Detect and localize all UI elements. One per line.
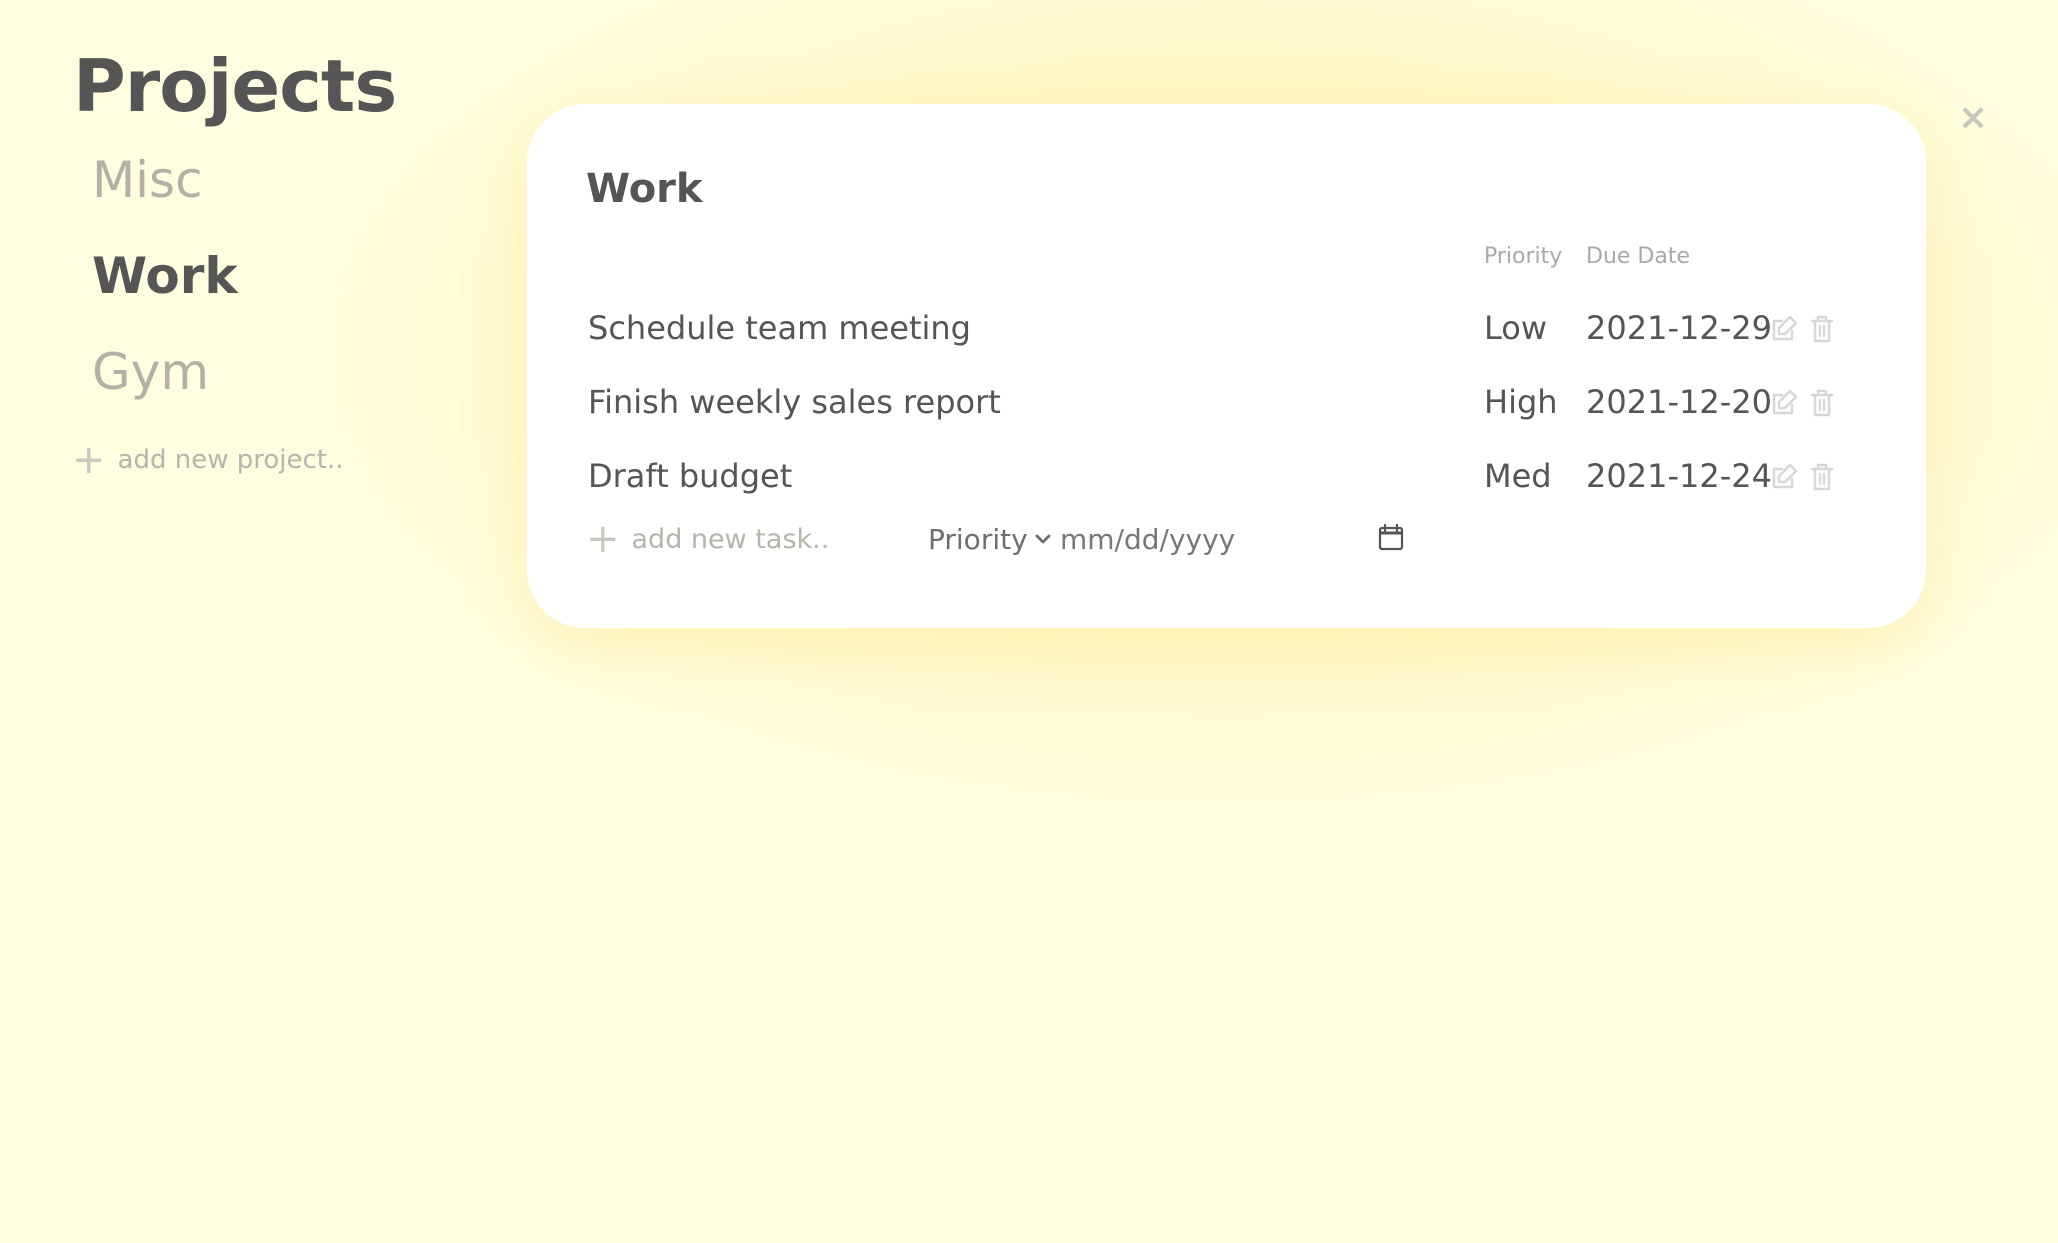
- task-title: Finish weekly sales report: [588, 383, 1001, 421]
- trash-icon[interactable]: [1806, 461, 1838, 493]
- task-due-date: 2021-12-24: [1586, 457, 1772, 495]
- close-icon[interactable]: ×: [1958, 100, 1988, 136]
- edit-icon[interactable]: [1768, 313, 1800, 345]
- task-priority: Med: [1484, 457, 1552, 495]
- task-due-date: 2021-12-20: [1586, 383, 1772, 421]
- priority-column-header: Priority: [1484, 244, 1563, 269]
- edit-icon[interactable]: [1768, 461, 1800, 493]
- card-title: Work: [586, 166, 703, 212]
- task-priority: High: [1484, 383, 1558, 421]
- sidebar-item-misc[interactable]: Misc: [92, 145, 238, 241]
- task-due-date: 2021-12-29: [1586, 309, 1772, 347]
- plus-icon: +: [586, 516, 620, 562]
- trash-icon[interactable]: [1806, 387, 1838, 419]
- calendar-icon[interactable]: [1375, 522, 1407, 554]
- new-task-add[interactable]: +: [586, 515, 932, 563]
- chevron-down-icon: [1035, 534, 1051, 544]
- due-date-column-header: Due Date: [1586, 244, 1690, 269]
- project-card: Work Priority Due Date Schedule team mee…: [527, 104, 1926, 628]
- task-title: Draft budget: [588, 457, 793, 495]
- priority-select-label: Priority: [928, 522, 1028, 556]
- task-row: Schedule team meeting Low 2021-12-29: [588, 298, 1888, 358]
- new-task-row: + Priority mm/dd/yyyy: [586, 515, 1406, 563]
- project-list: Misc Work Gym: [92, 145, 238, 433]
- task-title: Schedule team meeting: [588, 309, 971, 347]
- add-project-label: add new project..: [117, 445, 344, 475]
- sidebar: Projects Misc Work Gym + add new project…: [0, 0, 420, 1243]
- plus-icon: +: [72, 437, 106, 483]
- priority-select[interactable]: Priority: [928, 515, 1052, 563]
- task-priority: Low: [1484, 309, 1548, 347]
- task-row: Draft budget Med 2021-12-24: [588, 446, 1888, 506]
- due-date-input[interactable]: mm/dd/yyyy: [1060, 515, 1235, 563]
- add-project-button[interactable]: + add new project..: [72, 440, 344, 480]
- sidebar-title: Projects: [73, 44, 397, 128]
- sidebar-item-gym[interactable]: Gym: [92, 337, 238, 433]
- new-task-input[interactable]: [631, 523, 932, 555]
- trash-icon[interactable]: [1806, 313, 1838, 345]
- edit-icon[interactable]: [1768, 387, 1800, 419]
- task-row: Finish weekly sales report High 2021-12-…: [588, 372, 1888, 432]
- sidebar-item-work[interactable]: Work: [92, 241, 238, 337]
